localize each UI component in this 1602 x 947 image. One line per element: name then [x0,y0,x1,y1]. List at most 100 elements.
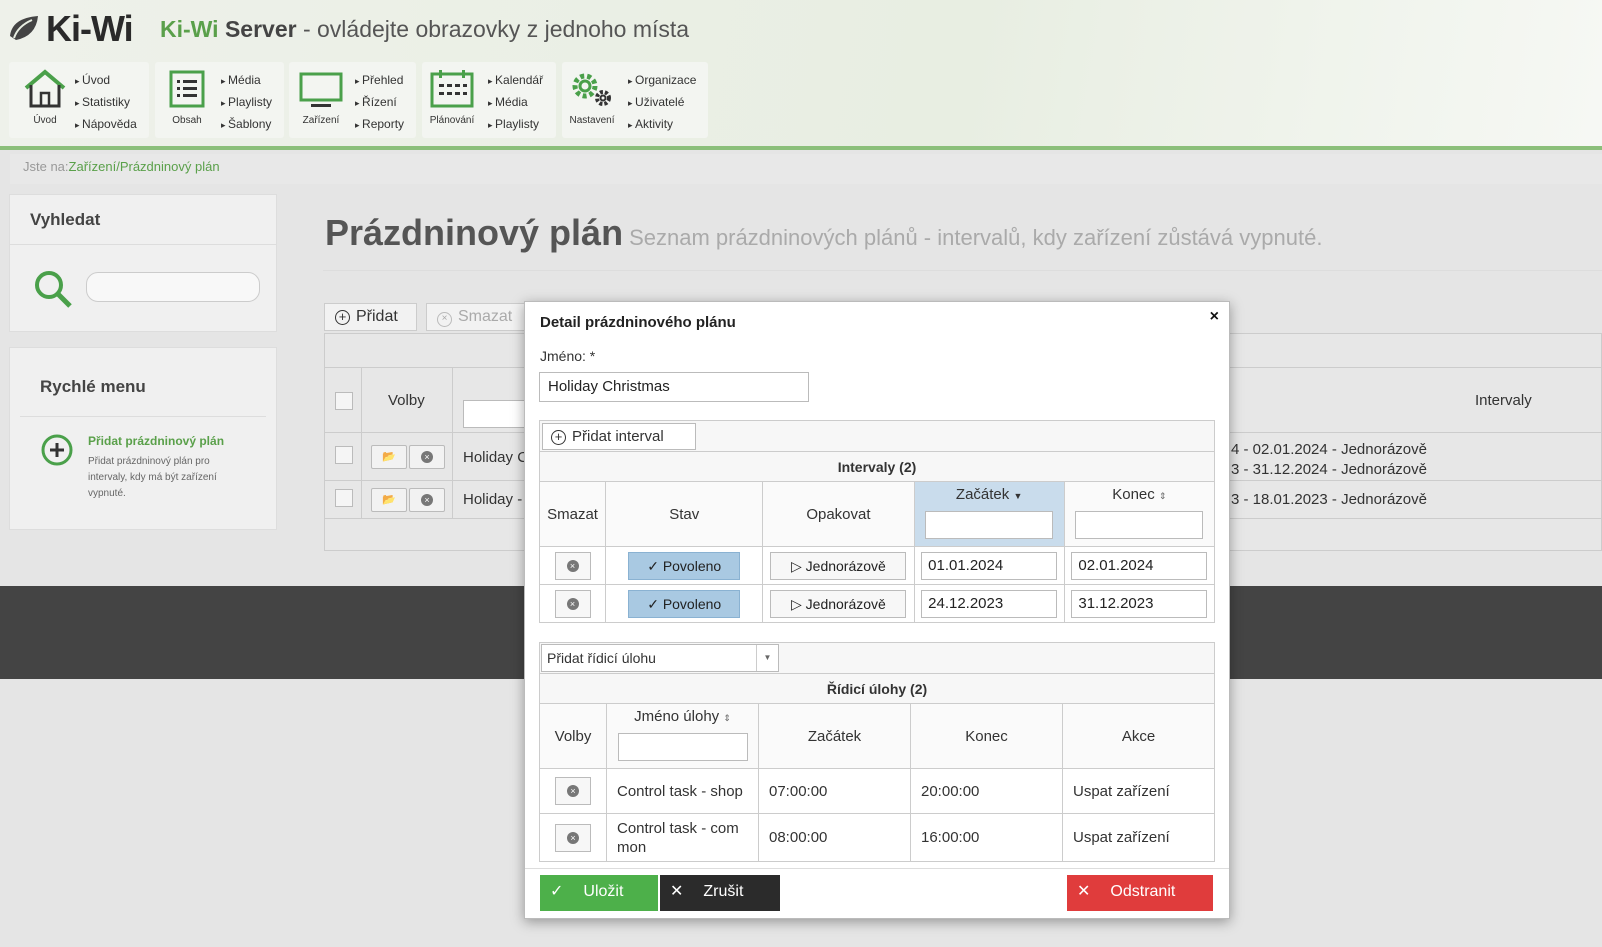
add-interval-button[interactable]: + Přidat interval [542,423,696,450]
nav-link-reporty[interactable]: Reporty [355,114,404,136]
row-checkbox[interactable] [335,446,353,464]
breadcrumb: Jste na:Zařízení/Prázdninový plán [10,154,1602,184]
state-toggle[interactable]: ✓ Povoleno [628,551,741,580]
nav-link-playlisty[interactable]: Playlisty [221,92,272,114]
nav-link-planning-media[interactable]: Média [488,92,543,114]
task-end: 20:00:00 [910,768,1063,814]
end-date-input[interactable]: 31.12.2023 [1071,589,1208,618]
sort-icon: ⇕ [723,713,731,723]
col-options: Volby [539,703,607,769]
start-date-input[interactable]: 01.01.2024 [921,551,1058,580]
nav-settings-button[interactable]: Nastavení [564,68,620,126]
nav-link-rizeni[interactable]: Řízení [355,92,404,114]
page-heading: Prázdninový plán Seznam prázdninových plá… [325,212,1322,254]
nav-link-uzivatele[interactable]: Uživatelé [628,92,696,114]
nav-link-prehled[interactable]: Přehled [355,70,404,92]
nav-link-napoveda[interactable]: Nápověda [75,114,137,136]
interval-row: × ✓ Povoleno ▷ Jednorázově 01.01.2024 02… [538,546,1216,585]
nav-group-devices: Zařízení Přehled Řízení Reporty [289,62,416,138]
calendar-icon [430,70,474,108]
x-icon: × [567,831,579,844]
quick-menu-title: Rychlé menu [40,377,146,396]
home-icon [24,69,66,108]
repeat-button[interactable]: ▷ Jednorázově [770,551,907,580]
nav-group-content: Obsah Média Playlisty Šablony [155,62,284,138]
logo[interactable]: Ki-Wi [8,8,134,50]
header-tagline: Ki-Wi Server - ovládejte obrazovky z jed… [160,16,690,42]
task-toolbar: Přidat řídicí úlohu ▼ [539,642,1215,674]
plus-circle-icon: + [335,310,350,325]
task-start: 08:00:00 [758,813,911,862]
breadcrumb-link[interactable]: Zařízení/Prázdninový plán [69,159,220,174]
add-circle-icon[interactable] [40,433,74,467]
col-repeat: Opakovat [762,481,915,547]
nav-link-organizace[interactable]: Organizace [628,70,696,92]
col-start[interactable]: Začátek ▼ [913,481,1065,547]
quick-menu-add-link[interactable]: Přidat prázdninový plán [88,434,224,448]
delete-row-button[interactable]: × [409,445,445,469]
name-input[interactable]: Holiday Christmas [539,372,809,402]
plus-circle-icon: + [551,430,566,445]
save-button[interactable]: ✓ Uložit [540,875,658,911]
nav-link-aktivity[interactable]: Aktivity [628,114,696,136]
kiwi-leaf-icon [10,16,38,40]
sort-icon: ⇕ [1158,491,1167,501]
cancel-button[interactable]: ✕ Zrušit [660,875,780,911]
search-icon [35,271,72,308]
nav-group-settings: Nastavení Organizace Uživatelé Aktivity [562,62,708,138]
delete-button[interactable]: × Smazat [426,303,526,331]
col-state: Stav [605,481,764,547]
col-end[interactable]: Konec ⇕ [1063,481,1216,547]
nav-devices-button[interactable]: Zařízení [293,68,349,126]
delete-row-button[interactable]: × [409,488,445,512]
grid-filter-input[interactable] [463,400,533,428]
close-icon[interactable]: × [1210,308,1219,326]
edit-row-button[interactable]: 📂 [371,445,407,469]
add-button[interactable]: + Přidat [324,303,417,331]
task-end: 16:00:00 [910,813,1063,862]
x-icon: × [421,494,433,507]
row-name: Holiday - [463,491,523,508]
start-date-input[interactable]: 24.12.2023 [921,589,1058,618]
plan-detail-dialog: Detail prázdninového plánu × Jméno: * Ho… [524,301,1230,919]
x-icon: × [566,597,579,610]
nav-group-home: Úvod Úvod Statistiky Nápověda [9,62,149,138]
task-name-filter-input[interactable] [617,733,748,761]
repeat-button[interactable]: ▷ Jednorázově [770,589,907,618]
row-checkbox[interactable] [335,489,353,507]
delete-task-button[interactable]: × [555,823,591,852]
grid-col-intervals: Intervaly [1475,392,1532,409]
delete-interval-button[interactable]: × [554,551,591,580]
nav-planning-button[interactable]: Plánování [424,68,480,126]
search-input[interactable] [86,272,260,302]
nav-link-planning-playlisty[interactable]: Playlisty [488,114,543,136]
col-task-name[interactable]: Jméno úlohy ⇕ [606,703,759,769]
dialog-title: Detail prázdninového plánu [540,314,736,331]
row-name: Holiday C [463,449,529,466]
nav-link-kalendar[interactable]: Kalendář [488,70,543,92]
edit-row-button[interactable]: 📂 [371,488,407,512]
nav-home-button[interactable]: Úvod [17,68,73,126]
select-all-checkbox[interactable] [335,392,353,410]
folder-icon: 📂 [382,494,396,506]
task-row: × Control task - shop 07:00:00 20:00:00 … [539,768,1215,814]
nav-link-media[interactable]: Média [221,70,272,92]
remove-button[interactable]: ✕ Odstranit [1067,875,1213,911]
nav-link-uvod[interactable]: Úvod [75,70,137,92]
task-action: Uspat zařízení [1062,813,1215,862]
nav-content-button[interactable]: Obsah [159,68,215,126]
add-task-select[interactable]: Přidat řídicí úlohu ▼ [541,644,779,672]
start-filter-input[interactable] [925,511,1054,539]
intervals-title: Intervaly (2) [539,451,1215,482]
dropdown-arrow-icon: ▼ [756,645,778,671]
row-intervals: 4 - 02.01.2024 - Jednorázově 3 - 31.12.20… [1231,441,1427,478]
delete-task-button[interactable]: × [555,777,591,805]
nav-link-sablony[interactable]: Šablony [221,114,272,136]
delete-interval-button[interactable]: × [554,589,591,618]
x-icon: × [567,785,579,798]
end-filter-input[interactable] [1075,511,1204,539]
state-toggle[interactable]: ✓ Povoleno [628,589,741,618]
nav-link-statistiky[interactable]: Statistiky [75,92,137,114]
page-subtitle: Seznam prázdninových plánů - intervalů, … [629,225,1323,250]
end-date-input[interactable]: 02.01.2024 [1071,551,1208,580]
